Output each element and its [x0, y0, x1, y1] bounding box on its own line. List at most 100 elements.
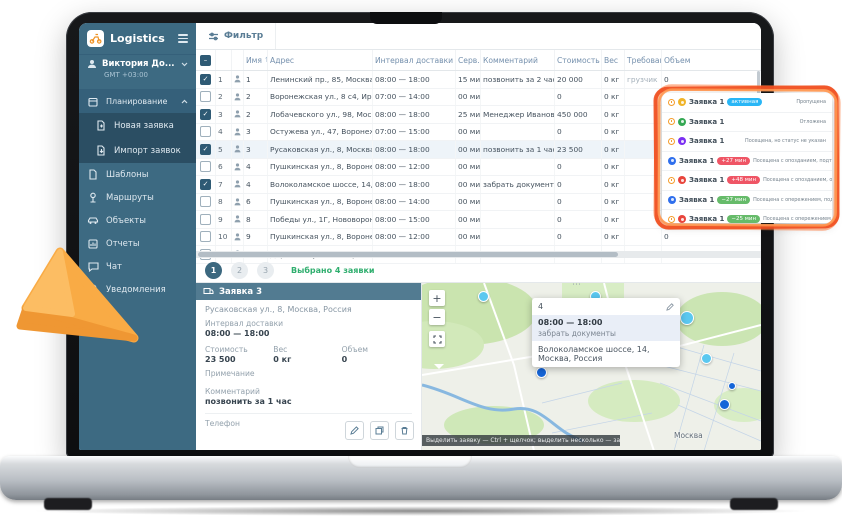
map-marker[interactable] [536, 367, 547, 378]
sidebar-item-routes[interactable]: Маршруты [79, 186, 196, 209]
column-weight[interactable]: Вес [602, 50, 625, 70]
delete-button[interactable] [395, 421, 414, 440]
legend-label: Заявка 1 [689, 215, 724, 223]
person-icon [232, 194, 244, 211]
column-interval[interactable]: Интервал доставки [373, 50, 456, 70]
menu-icon[interactable] [178, 32, 188, 45]
row-number: 7 [216, 176, 232, 193]
legend-row: Заявка 1 −25 мин Посещена с опережением,… [662, 210, 832, 223]
row-weight: 0 кг [602, 124, 625, 141]
page-button-3[interactable]: 3 [257, 262, 274, 279]
sidebar-item-new-request[interactable]: Новая заявка [79, 113, 196, 138]
map-marker[interactable] [701, 353, 712, 364]
row-name: 3 [244, 141, 268, 158]
row-cost: 0 [555, 176, 602, 193]
detail-volume-label: Объем [342, 345, 410, 354]
row-weight: 0 кг [602, 194, 625, 211]
column-service[interactable]: Серв... [456, 50, 481, 70]
row-comment [481, 211, 555, 228]
person-icon [232, 176, 244, 193]
row-cost: 23 500 [555, 141, 602, 158]
sidebar-item-objects[interactable]: Объекты [79, 209, 196, 232]
column-address[interactable]: Адрес [268, 50, 373, 70]
clock-icon [668, 138, 675, 145]
popup-comment: забрать документы [538, 329, 674, 338]
column-requirements[interactable]: Требования... [625, 50, 662, 70]
map-marker[interactable] [478, 291, 489, 302]
user-row[interactable]: Виктория До... GMT +03:00 [79, 55, 196, 90]
row-service: 00 мин [456, 159, 481, 176]
sidebar-item-label: Новая заявка [114, 121, 174, 131]
sidebar-item-label: Маршруты [106, 193, 154, 203]
row-interval: 08:00 — 14:00 [373, 194, 456, 211]
clock-icon [668, 99, 675, 106]
camera-notch [370, 12, 442, 24]
objects-icon [87, 216, 99, 225]
row-checkbox[interactable] [200, 74, 211, 85]
vehicle-icon [678, 176, 686, 184]
zoom-out-button[interactable]: − [429, 309, 445, 325]
sidebar-item-templates[interactable]: Шаблоны [79, 163, 196, 186]
clock-icon [668, 216, 675, 223]
popup-address: Волоколамское шоссе, 14, Москва, Россия [532, 341, 680, 367]
sidebar-item-planning[interactable]: Планирование [79, 90, 196, 113]
pencil-icon[interactable] [666, 303, 674, 311]
row-checkbox[interactable] [200, 126, 211, 137]
map-marker[interactable] [719, 399, 730, 410]
map-marker[interactable] [728, 382, 736, 390]
page-button-2[interactable]: 2 [231, 262, 248, 279]
laptop-base [0, 456, 842, 500]
row-number: 10 [216, 229, 232, 246]
horizontal-scrollbar[interactable] [196, 251, 761, 258]
map-marker[interactable] [680, 311, 694, 325]
detail-weight-value: 0 кг [273, 355, 341, 364]
row-comment [481, 124, 555, 141]
splitter-handle-icon[interactable]: ⋯ [572, 282, 582, 290]
row-checkbox[interactable] [200, 179, 211, 190]
row-comment [481, 89, 555, 106]
row-number: 5 [216, 141, 232, 158]
legend-badge: +27 мин [717, 157, 750, 165]
select-all-checkbox[interactable] [200, 55, 211, 66]
page-button-1[interactable]: 1 [205, 262, 222, 279]
row-cost: 0 [555, 229, 602, 246]
row-weight: 0 кг [602, 159, 625, 176]
row-checkbox[interactable] [200, 161, 211, 172]
logistics-logo-icon [87, 30, 104, 47]
edit-button[interactable] [345, 421, 364, 440]
row-checkbox[interactable] [200, 231, 211, 242]
sidebar-item-import-requests[interactable]: Импорт заявок [79, 138, 196, 163]
row-cost: 450 000 [555, 106, 602, 123]
lid-groove [348, 456, 472, 468]
row-name: 1 [244, 71, 268, 88]
row-checkbox[interactable] [200, 109, 211, 120]
row-checkbox[interactable] [200, 91, 211, 102]
row-service: 15 мин [456, 71, 481, 88]
column-volume[interactable]: Объем [662, 50, 761, 70]
row-name: 3 [244, 124, 268, 141]
row-checkbox[interactable] [200, 144, 211, 155]
row-cost: 0 [555, 211, 602, 228]
copy-button[interactable] [370, 421, 389, 440]
map[interactable]: ⋯ + − 4 08:00 — 18:00 заб [422, 282, 761, 450]
expand-icon [433, 335, 442, 344]
scrollbar-thumb[interactable] [198, 252, 618, 257]
legend-row: Заявка 1 активная Пропущена [662, 93, 832, 113]
legend-row: Заявка 1 Отложена [662, 113, 832, 133]
legend-status: Посещена с опережением, отложена [763, 216, 832, 222]
row-checkbox[interactable] [200, 196, 211, 207]
legend-row: Заявка 1 +48 мин Посещена с опозданием, … [662, 171, 832, 191]
column-name[interactable]: Имя↑ [244, 50, 268, 70]
row-service: 00 мин [456, 89, 481, 106]
legend-label: Заявка 1 [689, 118, 724, 126]
row-checkbox[interactable] [200, 214, 211, 225]
row-name: 9 [244, 229, 268, 246]
column-cost[interactable]: Стоимость [555, 50, 602, 70]
chevron-up-icon [181, 99, 188, 104]
vehicle-icon [678, 98, 686, 106]
fullscreen-button[interactable] [429, 331, 445, 347]
selection-summary: Выбрано 4 заявки [291, 266, 374, 275]
column-comment[interactable]: Комментарий [481, 50, 555, 70]
zoom-in-button[interactable]: + [429, 290, 445, 306]
filter-button[interactable]: Фильтр [196, 23, 276, 49]
